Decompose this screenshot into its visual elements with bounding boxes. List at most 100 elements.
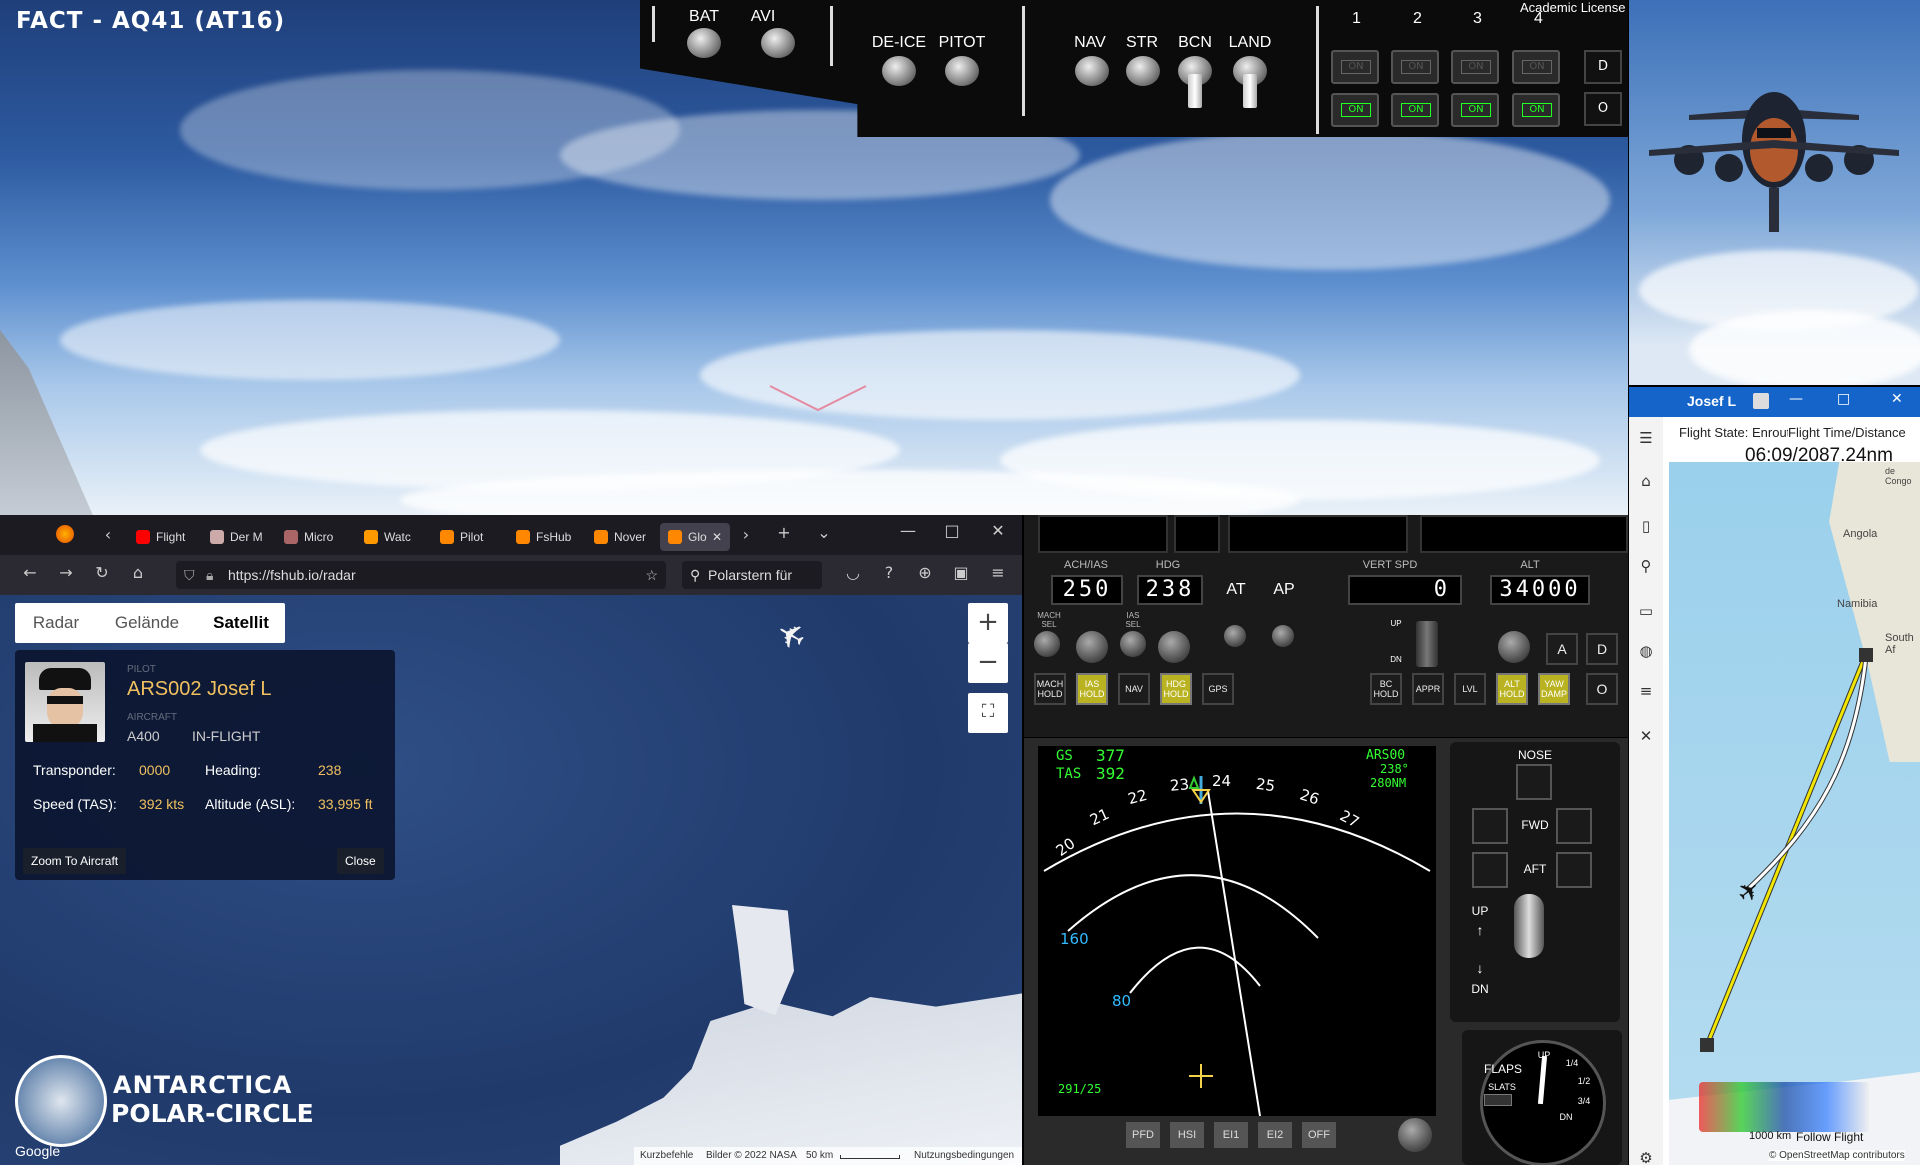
bc-hold-button[interactable]: BC HOLD — [1370, 673, 1402, 705]
tab-radar[interactable]: Radar — [15, 603, 97, 643]
close-icon[interactable]: ✕ — [1891, 391, 1903, 407]
beacon-toggle-lever[interactable] — [1188, 74, 1202, 108]
avi-switch[interactable] — [761, 28, 795, 58]
engine-2-on-button[interactable]: ON — [1391, 93, 1439, 127]
minimize-icon[interactable]: — — [1789, 391, 1803, 407]
tab-glo-active[interactable]: Glo ✕ — [660, 523, 730, 551]
gps-button[interactable]: GPS — [1202, 673, 1234, 705]
nav-lights-switch[interactable] — [1075, 56, 1109, 86]
tab-nover[interactable]: Nover — [586, 523, 646, 551]
alt-knob[interactable] — [1498, 631, 1530, 663]
overhead-o-button[interactable]: O — [1584, 92, 1622, 126]
pocket-icon[interactable]: ◡ — [841, 563, 865, 582]
mach-sel-knob[interactable] — [1034, 631, 1060, 657]
aircraft-marker-icon[interactable]: ✈ — [768, 615, 808, 651]
tabs-scroll-left-icon[interactable]: ‹ — [96, 525, 120, 544]
zoom-in-button[interactable]: + — [968, 603, 1008, 643]
flaps-mark-three-quarter: 3/4 — [1577, 1096, 1591, 1106]
tab-pilot[interactable]: Pilot — [432, 523, 492, 551]
tab-watch[interactable]: Watc — [356, 523, 416, 551]
engine-4-top-button[interactable]: ON — [1512, 50, 1560, 84]
globe-icon[interactable]: ◍ — [1637, 642, 1655, 660]
window-close-icon[interactable]: ✕ — [986, 521, 1010, 540]
close-panel-icon[interactable]: ✕ — [1637, 727, 1655, 745]
overhead-d-button[interactable]: D — [1584, 50, 1622, 84]
tab-satellite[interactable]: Satellit — [197, 603, 285, 643]
autothrottle-switch[interactable] — [1224, 625, 1246, 647]
engine-1-top-button[interactable]: ON — [1331, 50, 1379, 84]
engine-3-top-button[interactable]: ON — [1451, 50, 1499, 84]
trim-wheel[interactable] — [1514, 894, 1544, 958]
terms-link[interactable]: Nutzungsbedingungen — [914, 1147, 1014, 1165]
mach-hold-button[interactable]: MACH HOLD — [1034, 673, 1066, 705]
ap-a-button[interactable]: A — [1546, 633, 1578, 665]
bookmark-star-icon: ☆ — [645, 567, 658, 583]
tab-list-icon[interactable]: ⌄ — [812, 523, 836, 542]
tabs-scroll-right-icon[interactable]: › — [734, 525, 758, 544]
zoom-icon[interactable]: ⊕ — [913, 563, 937, 582]
tab-terrain[interactable]: Gelände — [97, 603, 197, 643]
search-icon[interactable]: ⚲ — [1637, 557, 1655, 575]
nd-range-knob[interactable] — [1398, 1118, 1432, 1152]
ias-knob[interactable] — [1076, 631, 1108, 663]
appr-button[interactable]: APPR — [1412, 673, 1444, 705]
forward-icon[interactable]: → — [54, 563, 78, 582]
hsi-button[interactable]: HSI — [1170, 1122, 1204, 1148]
hdg-hold-button[interactable]: HDG HOLD — [1160, 673, 1192, 705]
fullscreen-button[interactable]: ⛶ — [968, 693, 1008, 733]
maximize-icon[interactable]: □ — [1837, 391, 1850, 407]
close-card-button[interactable]: Close — [337, 848, 384, 874]
ap-o-button[interactable]: O — [1586, 673, 1618, 705]
shortcuts-link[interactable]: Kurzbefehle — [640, 1147, 693, 1165]
follow-flight-toggle[interactable]: Follow Flight — [1796, 1130, 1863, 1144]
search-input[interactable]: ⚲ Polarstern für — [682, 561, 822, 589]
window-minimize-icon[interactable]: — — [896, 521, 920, 540]
yaw-damp-button[interactable]: YAW DAMP — [1538, 673, 1570, 705]
landing-toggle-lever[interactable] — [1243, 74, 1257, 108]
alt-hold-button[interactable]: ALT HOLD — [1496, 673, 1528, 705]
url-bar[interactable]: ⛉ 🔒︎ https://fshub.io/radar ☆ — [176, 561, 666, 589]
page-icon[interactable]: ▭ — [1637, 602, 1655, 620]
window-maximize-icon[interactable]: □ — [940, 521, 964, 540]
hdg-knob[interactable] — [1158, 631, 1190, 663]
satellite-map[interactable]: ✈ Radar Gelände Satellit PILOT ARS002 Jo… — [0, 595, 1022, 1165]
zoom-out-button[interactable]: − — [968, 643, 1008, 683]
route-map[interactable]: de Congo Angola Namibia South Af ✈ 1000 … — [1669, 462, 1920, 1165]
off-button[interactable]: OFF — [1302, 1122, 1336, 1148]
extension-icon[interactable]: ▣ — [949, 563, 973, 582]
list-icon[interactable]: ≡ — [1637, 682, 1655, 700]
nav-button[interactable]: NAV — [1118, 673, 1150, 705]
pitot-switch[interactable] — [945, 56, 979, 86]
engine-2-top-button[interactable]: ON — [1391, 50, 1439, 84]
ap-d-button[interactable]: D — [1586, 633, 1618, 665]
deice-switch[interactable] — [882, 56, 916, 86]
autopilot-switch[interactable] — [1272, 625, 1294, 647]
tab-flight[interactable]: Flight — [128, 523, 188, 551]
vs-wheel[interactable] — [1416, 621, 1438, 667]
lvl-button[interactable]: LVL — [1454, 673, 1486, 705]
zoom-to-aircraft-button[interactable]: Zoom To Aircraft — [23, 848, 127, 874]
app-menu-icon[interactable]: ≡ — [986, 563, 1010, 582]
bat-switch[interactable] — [687, 28, 721, 58]
document-icon[interactable]: ▯ — [1637, 517, 1655, 535]
engine-3-on-button[interactable]: ON — [1451, 93, 1499, 127]
ei2-button[interactable]: EI2 — [1258, 1122, 1292, 1148]
reload-icon[interactable]: ↻ — [90, 563, 114, 582]
ei1-button[interactable]: EI1 — [1214, 1122, 1248, 1148]
home-icon[interactable]: ⌂ — [1637, 472, 1655, 490]
engine-4-on-button[interactable]: ON — [1512, 93, 1560, 127]
settings-icon[interactable]: ⚙ — [1637, 1149, 1655, 1165]
extension-help-icon[interactable]: ? — [877, 563, 901, 582]
ias-hold-button[interactable]: IAS HOLD — [1076, 673, 1108, 705]
new-tab-icon[interactable]: + — [772, 523, 796, 542]
tab-der-m[interactable]: Der M — [202, 523, 262, 551]
pfd-button[interactable]: PFD — [1126, 1122, 1160, 1148]
home-icon[interactable]: ⌂ — [126, 563, 150, 582]
menu-icon[interactable]: ☰ — [1637, 429, 1655, 447]
engine-1-on-button[interactable]: ON — [1331, 93, 1379, 127]
ias-sel-knob[interactable] — [1120, 631, 1146, 657]
back-icon[interactable]: ← — [18, 563, 42, 582]
tab-micro[interactable]: Micro — [276, 523, 336, 551]
tab-fshub[interactable]: FsHub — [508, 523, 572, 551]
strobe-lights-switch[interactable] — [1126, 56, 1160, 86]
